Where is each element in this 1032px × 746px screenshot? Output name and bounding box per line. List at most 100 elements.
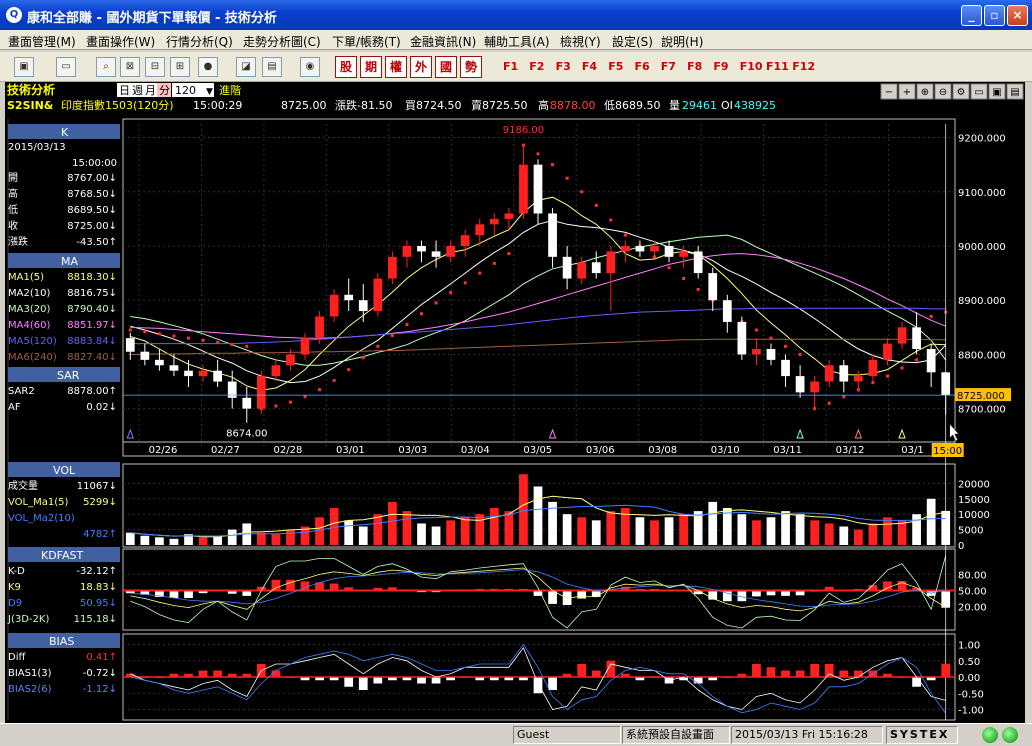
tile-icon[interactable]: ⊟ xyxy=(145,57,165,77)
menu-item-3[interactable]: 走勢分析圖(C) xyxy=(243,33,321,50)
candle-body[interactable] xyxy=(635,245,645,252)
menu-item-5[interactable]: 金融資訊(N) xyxy=(410,33,476,50)
menu-item-7[interactable]: 檢視(Y) xyxy=(560,33,601,50)
fkey-9[interactable]: F9 xyxy=(713,60,728,73)
candle-body[interactable] xyxy=(125,338,135,352)
coin-icon[interactable]: ● xyxy=(198,57,218,77)
candle-body[interactable] xyxy=(213,370,223,382)
volume-bar[interactable] xyxy=(766,517,776,545)
chart-tool-icon-7[interactable]: ▤ xyxy=(1010,87,1019,98)
chart-tool-icon-4[interactable]: ⚙ xyxy=(957,87,966,98)
volume-bar[interactable] xyxy=(358,526,368,545)
candle-body[interactable] xyxy=(431,251,441,257)
quote-button-4[interactable]: 國 xyxy=(435,56,457,78)
candle-body[interactable] xyxy=(737,321,747,355)
candle-body[interactable] xyxy=(256,376,266,409)
monitor-icon[interactable]: ▭ xyxy=(56,57,76,77)
candle-body[interactable] xyxy=(810,381,820,393)
volume-bar[interactable] xyxy=(169,538,179,545)
candle-body[interactable] xyxy=(562,256,572,279)
candle-body[interactable] xyxy=(475,224,485,236)
candle-body[interactable] xyxy=(606,251,616,274)
candle-body[interactable] xyxy=(417,245,426,252)
candle-body[interactable] xyxy=(446,245,455,257)
window-icon[interactable]: ▤ xyxy=(262,57,282,77)
volume-bar[interactable] xyxy=(577,517,587,545)
candle-body[interactable] xyxy=(548,213,557,257)
fkey-2[interactable]: F2 xyxy=(529,60,544,73)
fkey-1[interactable]: F1 xyxy=(503,60,518,73)
volume-bar[interactable] xyxy=(591,520,601,545)
candle-body[interactable] xyxy=(315,316,324,339)
candle-body[interactable] xyxy=(489,218,499,225)
volume-bar[interactable] xyxy=(752,520,761,545)
volume-bar[interactable] xyxy=(227,529,237,545)
volume-bar[interactable] xyxy=(125,532,135,545)
period-month[interactable]: 月 xyxy=(145,84,156,97)
fkey-6[interactable]: F6 xyxy=(635,60,650,73)
period-day[interactable]: 日 xyxy=(119,84,130,97)
candle-body[interactable] xyxy=(824,365,834,382)
candle-body[interactable] xyxy=(519,164,528,214)
volume-bar[interactable] xyxy=(256,532,266,545)
advanced-link[interactable]: 進階 xyxy=(219,83,241,97)
fkey-8[interactable]: F8 xyxy=(687,60,702,73)
chart-area[interactable]: K 2015/03/13 15:00:00 MA SAR VOL KDFAST … xyxy=(5,116,1025,723)
maximize-button[interactable]: ▫ xyxy=(984,5,1005,26)
candle-body[interactable] xyxy=(184,370,193,377)
candle-body[interactable] xyxy=(650,245,659,252)
fkey-10[interactable]: F10 xyxy=(740,60,763,73)
bias-chart[interactable]: 1.00 0.50 0.00 -0.50 -1.00 xyxy=(123,641,984,717)
candle-body[interactable] xyxy=(533,164,543,214)
candle-body[interactable] xyxy=(912,327,921,350)
volume-bar[interactable] xyxy=(853,529,863,545)
price-chart[interactable]: 9200.000 9100.000 9000.000 8900.000 8800.000… xyxy=(123,124,1011,720)
volume-bar[interactable] xyxy=(810,520,820,545)
quote-button-0[interactable]: 股 xyxy=(335,56,357,78)
volume-chart[interactable]: 20000 15000 10000 5000 0 xyxy=(123,474,990,552)
quote-button-2[interactable]: 權 xyxy=(385,56,407,78)
kd-chart[interactable]: 80.00 50.00 20.00 xyxy=(123,555,987,629)
volume-bar[interactable] xyxy=(373,514,383,545)
fkey-3[interactable]: F3 xyxy=(556,60,571,73)
candle-body[interactable] xyxy=(271,365,281,377)
candle-body[interactable] xyxy=(679,251,688,257)
chart-tool-icon-5[interactable]: ▭ xyxy=(974,87,983,98)
split-icon[interactable]: ⊞ xyxy=(170,57,190,77)
volume-bar[interactable] xyxy=(781,511,790,545)
menu-item-0[interactable]: 畫面管理(M) xyxy=(8,33,76,50)
candle-body[interactable] xyxy=(781,359,790,377)
candle-body[interactable] xyxy=(577,262,587,279)
volume-bar[interactable] xyxy=(562,514,572,545)
quote-button-5[interactable]: 勢 xyxy=(460,56,482,78)
close-button[interactable]: × xyxy=(1007,5,1028,26)
chart-tool-icon-6[interactable]: ▣ xyxy=(992,87,1001,98)
candle-body[interactable] xyxy=(752,349,761,355)
close-window-icon[interactable]: ⊠ xyxy=(120,57,140,77)
candle-body[interactable] xyxy=(926,349,936,373)
chart-tool-icon-0[interactable]: − xyxy=(885,87,893,98)
candle-body[interactable] xyxy=(722,300,732,322)
volume-bar[interactable] xyxy=(635,517,645,545)
fkey-11[interactable]: F11 xyxy=(766,60,789,73)
chart-svg[interactable]: K 2015/03/13 15:00:00 MA SAR VOL KDFAST … xyxy=(5,116,1025,723)
menu-item-1[interactable]: 畫面操作(W) xyxy=(86,33,155,50)
chart-tool-icon-1[interactable]: + xyxy=(903,87,911,98)
candle-body[interactable] xyxy=(897,327,907,344)
search-icon[interactable]: ⌕ xyxy=(96,57,116,77)
title-bar[interactable]: Q 康和全部賺 - 國外期貨下單報價 - 技術分析 _ ▫ × xyxy=(0,0,1032,30)
candle-body[interactable] xyxy=(388,256,397,279)
volume-bar[interactable] xyxy=(489,508,499,545)
volume-bar[interactable] xyxy=(664,517,674,545)
candle-body[interactable] xyxy=(883,343,892,360)
volume-bar[interactable] xyxy=(286,529,295,545)
chevron-down-icon[interactable]: ▼ xyxy=(206,87,213,97)
volume-bar[interactable] xyxy=(460,517,470,545)
candle-body[interactable] xyxy=(853,376,863,382)
volume-bar[interactable] xyxy=(155,537,164,545)
volume-bar[interactable] xyxy=(795,514,805,545)
volume-bar[interactable] xyxy=(271,534,281,545)
volume-bar[interactable] xyxy=(446,520,455,545)
volume-bar[interactable] xyxy=(198,537,208,545)
candle-body[interactable] xyxy=(664,245,674,257)
